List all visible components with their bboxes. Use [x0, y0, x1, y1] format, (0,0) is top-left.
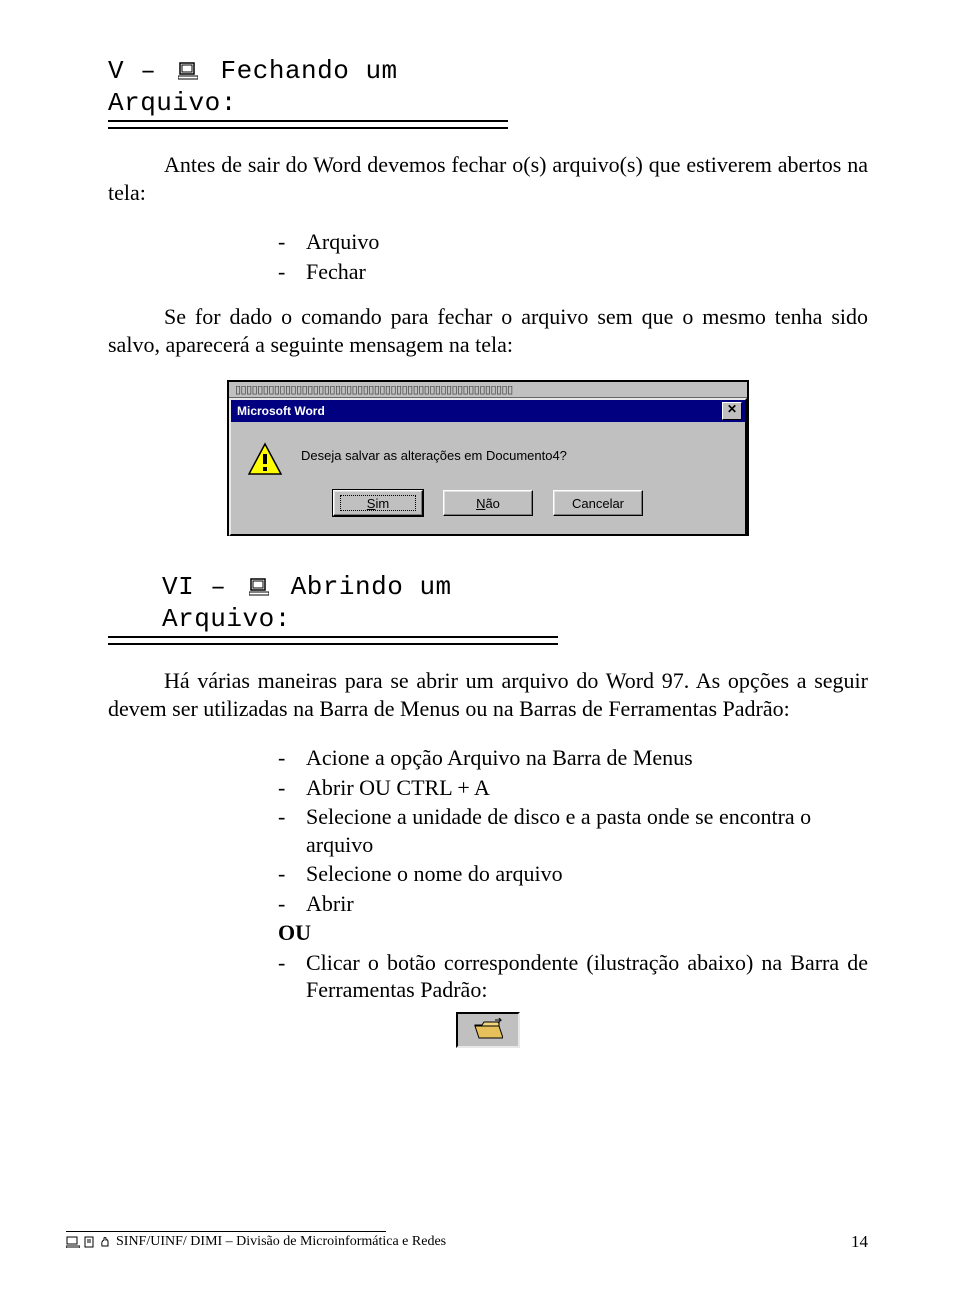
footer-computer-icon — [66, 1234, 80, 1250]
dialog-window: Microsoft Word ✕ Deseja salvar as altera… — [229, 398, 747, 536]
section6-intro: Há várias maneiras para se abrir um arqu… — [108, 667, 868, 722]
page-number: 14 — [851, 1232, 868, 1252]
page-footer: SINF/UINF/ DIMI – Divisão de Microinform… — [66, 1231, 868, 1250]
computer-icon — [249, 574, 269, 604]
heading-prefix: V – — [108, 56, 172, 86]
dialog-button-row: Sim Não Cancelar — [231, 486, 745, 534]
yes-button[interactable]: Sim — [333, 490, 423, 516]
footer-text: SINF/UINF/ DIMI – Divisão de Microinform… — [116, 1234, 446, 1250]
list-item-label: Arquivo — [306, 228, 379, 256]
list-item-label: Clicar o botão correspondente (ilustraçã… — [306, 949, 868, 1004]
warning-icon — [247, 442, 283, 476]
rest: ão — [485, 496, 499, 511]
label: Cancelar — [572, 496, 624, 511]
open-icon — [456, 1012, 520, 1048]
close-button[interactable]: ✕ — [722, 402, 742, 420]
list-item-label: Abrir — [306, 890, 354, 918]
list-item-label: Acione a opção Arquivo na Barra de Menus — [306, 744, 693, 772]
list-item: - Clicar o botão correspondente (ilustra… — [278, 949, 868, 1004]
cancel-button[interactable]: Cancelar — [553, 490, 643, 516]
or-label: OU — [108, 919, 868, 947]
no-button[interactable]: Não — [443, 490, 533, 516]
footer-doc-icon — [84, 1234, 96, 1250]
list-item: - Arquivo — [278, 228, 868, 256]
dialog-frame: ▯▯▯▯▯▯▯▯▯▯▯▯▯▯▯▯▯▯▯▯▯▯▯▯▯▯▯▯▯▯▯▯▯▯▯▯▯▯▯▯… — [227, 380, 749, 536]
dialog-title: Microsoft Word — [237, 404, 325, 418]
heading-prefix: VI – — [162, 572, 243, 602]
dialog-titlebar: Microsoft Word ✕ — [231, 400, 745, 422]
list-item: - Fechar — [278, 258, 868, 286]
list-item: -Abrir OU CTRL + A — [278, 774, 868, 802]
list-item: -Abrir — [278, 890, 868, 918]
list-item: -Selecione o nome do arquivo — [278, 860, 868, 888]
footer-hand-icon — [100, 1234, 112, 1250]
outer-titlebar-garble: ▯▯▯▯▯▯▯▯▯▯▯▯▯▯▯▯▯▯▯▯▯▯▯▯▯▯▯▯▯▯▯▯▯▯▯▯▯▯▯▯… — [229, 382, 747, 398]
section5-intro: Antes de sair do Word devemos fechar o(s… — [108, 151, 868, 206]
list-item-label: Selecione o nome do arquivo — [306, 860, 563, 888]
list-item-label: Selecione a unidade de disco e a pasta o… — [306, 803, 868, 858]
close-icon: ✕ — [727, 402, 737, 416]
section-6-heading: VI – Abrindo um Arquivo: — [108, 572, 558, 638]
dialog-message: Deseja salvar as alterações em Documento… — [301, 442, 567, 463]
list-item-label: Abrir OU CTRL + A — [306, 774, 490, 802]
section-5-heading: V – Fechando um Arquivo: — [108, 56, 508, 122]
list-item: -Selecione a unidade de disco e a pasta … — [278, 803, 868, 858]
computer-icon — [178, 58, 198, 88]
list-item: -Acione a opção Arquivo na Barra de Menu… — [278, 744, 868, 772]
section5-intro2: Se for dado o comando para fechar o arqu… — [108, 303, 868, 358]
list-item-label: Fechar — [306, 258, 366, 286]
